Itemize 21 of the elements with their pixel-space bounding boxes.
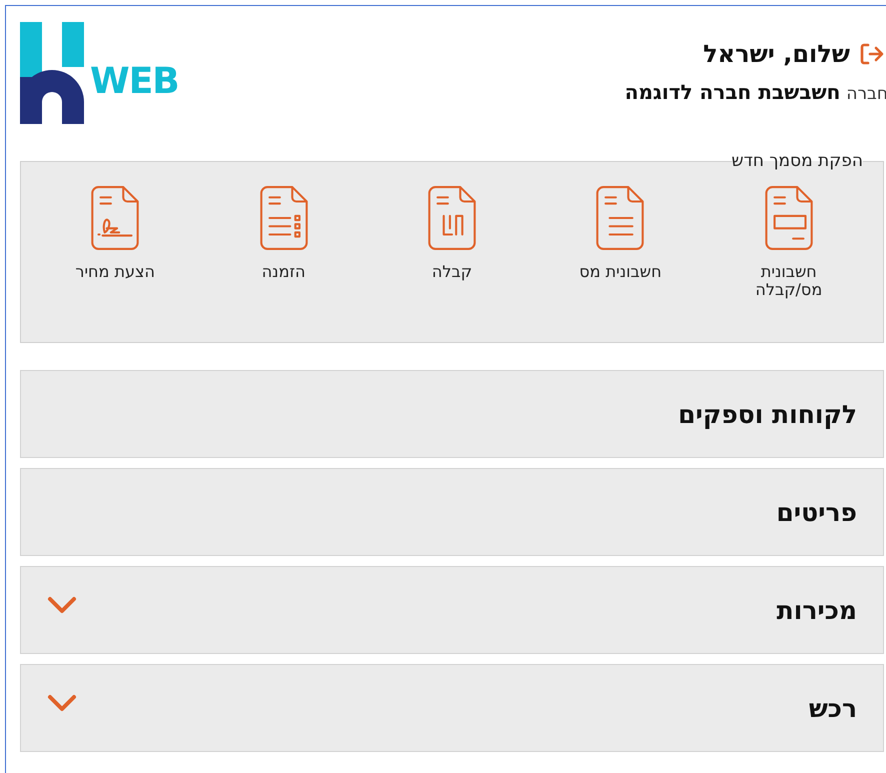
section-header[interactable]: לקוחות וספקים [20,370,884,458]
logout-icon[interactable] [860,43,884,65]
section-header[interactable]: מכירות [20,566,884,654]
section-title: לקוחות וספקים [678,400,857,428]
panel-title: הפקת מסמך חדש [732,151,863,171]
logo-icon [20,22,84,124]
section-header[interactable]: פריטים [20,468,884,556]
chevron-down-icon[interactable] [47,596,77,614]
document-type-button[interactable]: חשבונית מס/קבלה [738,263,839,298]
document-type-button[interactable]: קבלה [432,263,472,281]
company-name: חשבשבת חברה לדוגמה [624,80,840,104]
document-type-button[interactable]: הצעת מחיר [75,263,155,281]
document-type-button[interactable]: חשבונית מס [579,263,662,281]
document-type-button[interactable]: הזמנה [262,263,306,281]
logo-text: WEB [90,61,179,102]
section-header[interactable]: רכש [20,664,884,752]
section-title: מכירות [776,596,857,624]
chevron-down-icon[interactable] [47,694,77,712]
section-title: פריטים [776,498,857,526]
greeting: שלום, ישראל [703,40,850,68]
section-title: רכש [808,694,857,722]
